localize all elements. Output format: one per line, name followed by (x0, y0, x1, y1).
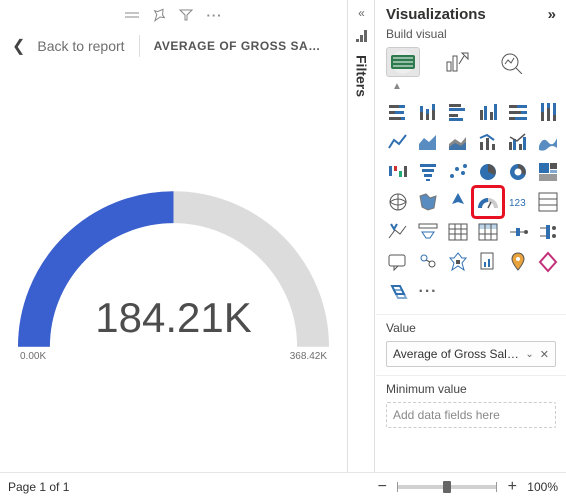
viz-type-decomposition-tree[interactable] (444, 248, 472, 276)
visual-header-toolbar: ··· (0, 0, 347, 30)
viz-type-area-chart[interactable] (414, 128, 442, 156)
viz-type-donut-chart[interactable] (504, 158, 532, 186)
viz-type-waterfall-chart[interactable] (384, 158, 412, 186)
viz-type-slicer[interactable] (414, 218, 442, 246)
report-canvas: ··· ❮ Back to report AVERAGE OF GROSS SA… (0, 0, 348, 472)
filter-bars-icon (355, 28, 369, 45)
viz-type-gauge[interactable] (474, 188, 502, 216)
viz-type-clustered-bar-chart[interactable] (444, 98, 472, 126)
visualizations-title: Visualizations (386, 6, 548, 23)
gauge-min-label: 0.00K (20, 351, 46, 362)
viz-type-card[interactable]: 123 (504, 188, 532, 216)
remove-field-icon[interactable]: ✕ (540, 348, 549, 361)
viz-type-map[interactable] (384, 188, 412, 216)
viz-type-paginated-report[interactable] (474, 248, 502, 276)
viz-type-ribbon-chart[interactable] (534, 128, 562, 156)
viz-type-stacked-area-chart[interactable] (444, 128, 472, 156)
analytics-tab[interactable] (494, 47, 528, 77)
status-bar: Page 1 of 1 − + 100% (0, 472, 566, 500)
back-to-report-link[interactable]: Back to report (37, 38, 124, 54)
viz-type-table[interactable] (444, 218, 472, 246)
gauge-visual[interactable]: 184.21K 0.00K 368.42K (18, 186, 329, 356)
viz-type-multi-row-card[interactable] (534, 188, 562, 216)
field-menu-icon[interactable]: ⌄ (525, 349, 533, 360)
zoom-control: − + 100% (375, 478, 558, 496)
report-subheader: ❮ Back to report AVERAGE OF GROSS SAL… (0, 30, 347, 62)
divider (139, 35, 140, 57)
viz-type-stacked-bar-chart[interactable] (384, 98, 412, 126)
viz-type-stacked-column-chart[interactable] (414, 98, 442, 126)
viz-type-pie-chart[interactable] (474, 158, 502, 186)
viz-type-more-visuals[interactable]: ··· (414, 278, 442, 306)
viz-type-narrative[interactable] (384, 278, 412, 306)
filters-label: Filters (354, 55, 370, 97)
visualizations-pane: Visualizations » Build visual ▲ 123 ··· V… (376, 0, 566, 472)
viz-type-line-chart[interactable] (384, 128, 412, 156)
value-field-name: Average of Gross Sales (393, 347, 519, 361)
gauge-max-label: 368.42K (290, 351, 327, 362)
viz-type-funnel-chart[interactable] (414, 158, 442, 186)
grip-icon[interactable] (125, 10, 139, 20)
back-icon[interactable]: ❮ (8, 36, 29, 56)
zoom-out-button[interactable]: − (375, 478, 389, 496)
viz-type-azure-map[interactable] (444, 188, 472, 216)
build-visual-label: Build visual (376, 25, 566, 47)
viz-type-line-and-clustered-column-chart[interactable] (504, 128, 532, 156)
viz-type-python-visual[interactable] (534, 218, 562, 246)
value-field-well[interactable]: Average of Gross Sales ⌄ ✕ (386, 341, 556, 367)
visual-title: AVERAGE OF GROSS SAL… (154, 39, 324, 53)
more-icon[interactable]: ··· (207, 8, 223, 23)
viz-type-matrix[interactable] (474, 218, 502, 246)
zoom-percent-label: 100% (527, 480, 558, 494)
collapse-pane-icon[interactable]: » (548, 6, 556, 23)
viz-type-clustered-column-chart[interactable] (474, 98, 502, 126)
build-mode-row (376, 47, 566, 83)
gauge-value-label: 184.21K (18, 294, 329, 342)
viz-type-power-apps[interactable] (534, 248, 562, 276)
build-visual-tab[interactable] (386, 47, 420, 77)
viz-type-arcgis-map[interactable] (504, 248, 532, 276)
visualizations-header: Visualizations » (376, 0, 566, 25)
viz-type-kpi[interactable] (384, 218, 412, 246)
pin-icon[interactable] (153, 8, 165, 22)
zoom-slider[interactable] (397, 485, 497, 489)
expand-filters-icon[interactable]: « (358, 6, 365, 20)
viz-type-treemap[interactable] (534, 158, 562, 186)
filters-pane-collapsed[interactable]: « Filters (349, 0, 375, 472)
viz-type-line-and-stacked-column-chart[interactable] (474, 128, 502, 156)
viz-type-key-influencers[interactable] (414, 248, 442, 276)
visual-type-grid: 123 ··· (376, 94, 566, 310)
filter-icon[interactable] (179, 9, 193, 21)
tab-pointer-icon: ▲ (392, 81, 566, 92)
viz-type-scatter-chart[interactable] (444, 158, 472, 186)
viz-type-100pct-stacked-bar-chart[interactable] (504, 98, 532, 126)
minvalue-section-label: Minimum value (376, 375, 566, 398)
value-section-label: Value (376, 314, 566, 337)
viz-type-r-script-visual[interactable] (504, 218, 532, 246)
format-visual-tab[interactable] (440, 47, 474, 77)
svg-text:123: 123 (509, 198, 526, 209)
minvalue-field-well[interactable]: Add data fields here (386, 402, 556, 428)
viz-type-100pct-stacked-column-chart[interactable] (534, 98, 562, 126)
zoom-in-button[interactable]: + (505, 478, 519, 496)
viz-type-filled-map[interactable] (414, 188, 442, 216)
viz-type-q-and-a[interactable] (384, 248, 412, 276)
page-indicator: Page 1 of 1 (8, 480, 69, 494)
